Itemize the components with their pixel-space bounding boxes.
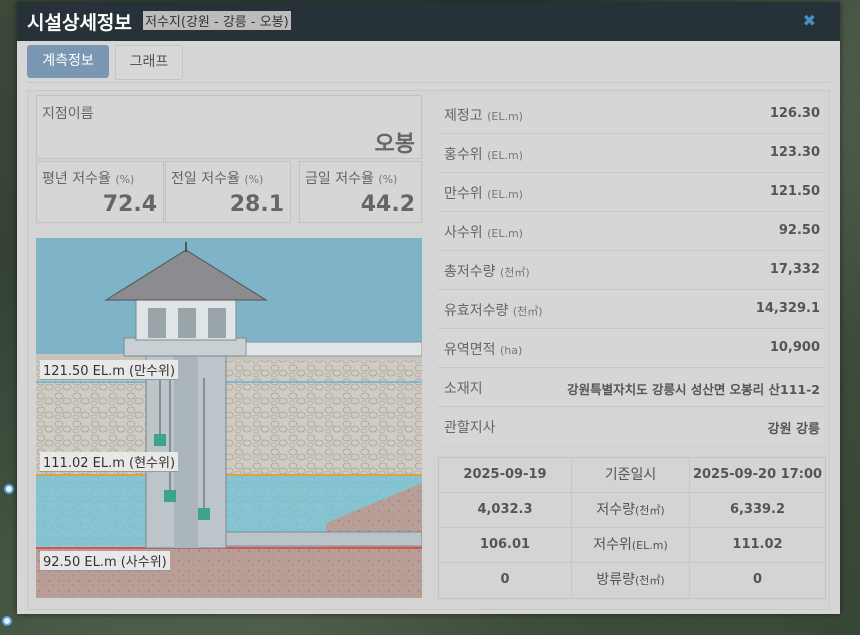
rate-box-today: 금일 저수율 (%) 44.2 — [299, 161, 422, 223]
info-value: 강원 강릉 — [767, 422, 820, 437]
tab-graph[interactable]: 그래프 — [115, 45, 183, 80]
station-box: 지점이름 오봉 — [36, 95, 422, 159]
station-label: 지점이름 — [42, 106, 94, 122]
prev-date: 2025-09-19 — [463, 467, 547, 482]
info-unit: (EL.m) — [487, 149, 523, 162]
reservoir-svg — [36, 238, 422, 598]
comparison-table: 2025-09-19 기준일시 2025-09-20 17:00 4,032.3… — [438, 457, 826, 599]
info-row: 유역면적 (ha) 10,900 — [438, 329, 824, 368]
curr-value: 0 — [752, 572, 763, 587]
info-label: 제정고 — [444, 108, 483, 124]
rate-unit: (%) — [115, 173, 135, 186]
info-value: 92.50 — [778, 223, 820, 238]
info-value: 121.50 — [769, 184, 820, 199]
info-label: 소재지 — [444, 381, 483, 397]
info-value: 17,332 — [769, 262, 820, 277]
modal-title: 시설상세정보 — [27, 12, 132, 34]
info-row: 사수위 (EL.m) 92.50 — [438, 212, 824, 251]
info-row: 제정고 (EL.m) 126.30 — [438, 95, 824, 134]
info-value: 강원특별자치도 강릉시 성산면 오봉리 산111-2 — [567, 382, 820, 397]
info-row: 유효저수량 (천㎥) 14,329.1 — [438, 290, 824, 329]
reservoir-illustration: 121.50 EL.m (만수위) 111.02 EL.m (현수위) 92.5… — [36, 238, 422, 598]
compare-unit: (EL.m) — [631, 539, 668, 552]
curr-value: 6,339.2 — [729, 502, 786, 517]
curr-value: 111.02 — [732, 537, 783, 552]
info-unit: (EL.m) — [487, 227, 523, 240]
info-unit: (천㎥) — [499, 266, 530, 279]
current-level-label: 111.02 EL.m (현수위) — [40, 452, 179, 472]
facility-info-table: 제정고 (EL.m) 126.30 홍수위 (EL.m) 123.30 만수위 … — [438, 95, 824, 445]
info-label: 관할지사 — [444, 420, 496, 436]
compare-label: 방류량 — [596, 572, 635, 588]
info-row: 만수위 (EL.m) 121.50 — [438, 173, 824, 212]
info-value: 123.30 — [769, 145, 820, 160]
info-row: 총저수량 (천㎥) 17,332 — [438, 251, 824, 290]
compare-label: 저수량 — [596, 502, 635, 518]
info-row: 홍수위 (EL.m) 123.30 — [438, 134, 824, 173]
info-label: 사수위 — [444, 225, 483, 241]
rate-box-yesterday: 전일 저수율 (%) 28.1 — [165, 161, 291, 223]
tab-measurement[interactable]: 계측정보 — [27, 45, 109, 78]
info-unit: (천㎥) — [512, 305, 543, 318]
info-label: 홍수위 — [444, 147, 483, 163]
prev-value: 4,032.3 — [477, 502, 533, 517]
prev-value: 0 — [500, 572, 510, 587]
modal-header: 시설상세정보 저수지(강원 - 강릉 - 오봉) ✖ — [17, 2, 840, 41]
info-label: 유효저수량 — [444, 303, 509, 319]
info-label: 유역면적 — [444, 342, 496, 358]
reference-time-label: 기준일시 — [604, 467, 657, 483]
dead-level-label: 92.50 EL.m (사수위) — [40, 551, 170, 571]
compare-unit: (천㎥) — [634, 504, 665, 517]
info-row: 관할지사 강원 강릉 — [438, 407, 824, 445]
rate-value: 72.4 — [102, 192, 157, 217]
measurement-panel: 지점이름 오봉 평년 저수율 (%) 72.4 전일 저수율 (%) 28.1 … — [27, 90, 830, 610]
map-marker[interactable] — [2, 616, 12, 626]
compare-unit: (천㎥) — [634, 574, 665, 587]
station-name: 오봉 — [374, 132, 415, 157]
info-value: 10,900 — [769, 340, 820, 355]
info-unit: (ha) — [499, 344, 523, 357]
info-label: 만수위 — [444, 186, 483, 202]
info-label: 총저수량 — [444, 264, 496, 280]
facility-detail-modal: 시설상세정보 저수지(강원 - 강릉 - 오봉) ✖ 계측정보 그래프 지점이름… — [17, 2, 840, 614]
rate-label: 금일 저수율 — [305, 171, 374, 187]
rate-unit: (%) — [378, 173, 398, 186]
rate-unit: (%) — [244, 173, 264, 186]
modal-subtitle: 저수지(강원 - 강릉 - 오봉) — [143, 11, 291, 30]
rate-label: 전일 저수율 — [171, 171, 240, 187]
full-level-label: 121.50 EL.m (만수위) — [40, 360, 179, 380]
rate-value: 44.2 — [360, 192, 415, 217]
rate-label: 평년 저수율 — [42, 171, 111, 187]
tab-divider — [27, 82, 830, 83]
info-unit: (EL.m) — [487, 110, 523, 123]
curr-date: 2025-09-20 17:00 — [692, 467, 823, 482]
info-value: 126.30 — [769, 106, 820, 121]
compare-label: 저수위 — [593, 537, 632, 553]
map-marker[interactable] — [4, 484, 14, 494]
rate-value: 28.1 — [229, 192, 284, 217]
info-row: 소재지 강원특별자치도 강릉시 성산면 오봉리 산111-2 — [438, 368, 824, 407]
prev-value: 106.01 — [479, 537, 531, 552]
close-icon[interactable]: ✖ — [803, 11, 816, 30]
info-value: 14,329.1 — [755, 301, 820, 316]
rate-box-normal: 평년 저수율 (%) 72.4 — [36, 161, 164, 223]
info-unit: (EL.m) — [487, 188, 523, 201]
